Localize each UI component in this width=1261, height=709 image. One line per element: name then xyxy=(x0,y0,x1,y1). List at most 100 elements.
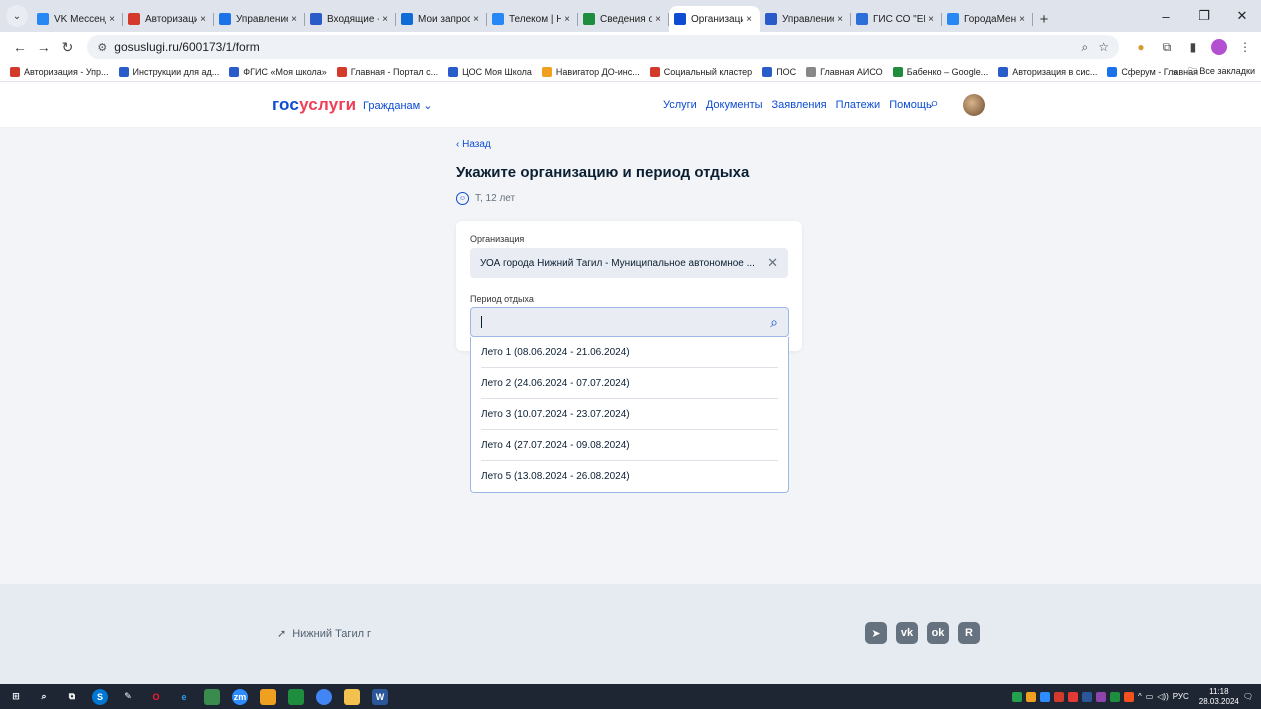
extensions-puzzle-icon[interactable]: ⧉ xyxy=(1159,39,1175,55)
back-link[interactable]: ‹ Назад xyxy=(456,139,491,150)
tray-app-icon[interactable] xyxy=(1095,691,1106,702)
tab-close-icon[interactable]: × xyxy=(379,14,391,25)
vk-icon[interactable]: vk xyxy=(896,622,918,644)
address-bar[interactable]: ⚙ gosuslugi.ru/600173/1/form ⌕ ☆ xyxy=(87,35,1119,59)
tray-k-icon[interactable] xyxy=(1011,691,1022,702)
network-icon[interactable]: ▭ xyxy=(1146,692,1154,701)
profile-avatar[interactable] xyxy=(1210,39,1227,55)
tab-close-icon[interactable]: × xyxy=(470,14,482,25)
forward-arrow-icon[interactable]: → xyxy=(32,35,56,59)
tab-close-icon[interactable]: × xyxy=(925,14,937,25)
clear-icon[interactable]: ✕ xyxy=(767,255,778,271)
all-bookmarks-button[interactable]: 🗀 Все закладки xyxy=(1188,64,1255,80)
browser-tab[interactable]: Мои запросы× xyxy=(396,6,487,32)
menu-item[interactable]: Платежи xyxy=(836,99,881,111)
bookmark-item[interactable]: Инструкции для ад... xyxy=(118,66,219,77)
word-icon[interactable]: W xyxy=(372,688,388,705)
url-text[interactable]: gosuslugi.ru/600173/1/form xyxy=(114,40,1081,54)
volume-icon[interactable]: ◁)) xyxy=(1157,692,1168,701)
tray-app-icon[interactable] xyxy=(1123,691,1134,702)
zoom-app-icon[interactable]: zm xyxy=(232,688,248,705)
menu-item[interactable]: Услуги xyxy=(663,99,697,111)
bookmark-item[interactable]: Социальный кластер xyxy=(649,66,752,77)
period-option[interactable]: Лето 2 (24.06.2024 - 07.07.2024) xyxy=(481,368,778,399)
browser-tab[interactable]: ГородаМеняю× xyxy=(942,6,1033,32)
bookmark-item[interactable]: Навигатор ДО-инс... xyxy=(541,66,640,77)
citizens-dropdown[interactable]: Гражданам ⌄ xyxy=(363,99,433,112)
extension-icon[interactable]: ● xyxy=(1133,39,1149,55)
feather-app-icon[interactable]: ✎ xyxy=(120,689,136,705)
gosuslugi-logo[interactable]: госуслуги xyxy=(272,95,356,115)
bookmarks-more-button[interactable]: » xyxy=(1173,67,1178,77)
tab-close-icon[interactable]: × xyxy=(561,14,573,25)
start-windows-icon[interactable]: ⊞ xyxy=(8,689,24,705)
gallery-icon[interactable] xyxy=(288,688,304,705)
browser-menu-icon[interactable]: ⋮ xyxy=(1237,39,1253,55)
browser-tab[interactable]: Входящие - П× xyxy=(305,6,396,32)
period-search-input[interactable]: ⌕ xyxy=(470,307,789,337)
notifications-icon[interactable]: 🗨 xyxy=(1243,692,1253,701)
period-option[interactable]: Лето 5 (13.08.2024 - 26.08.2024) xyxy=(481,461,778,492)
edge-icon[interactable]: e xyxy=(176,689,192,705)
bookmark-item[interactable]: Бабенко – Google... xyxy=(892,66,988,77)
tray-app-icon[interactable] xyxy=(1081,691,1092,702)
tray-chevron-icon[interactable]: ^ xyxy=(1138,692,1142,701)
bookmark-item[interactable]: ФГИС «Моя школа» xyxy=(229,66,327,77)
task-view-icon[interactable]: ⧉ xyxy=(64,689,80,705)
reload-icon[interactable]: ↻ xyxy=(56,35,80,59)
tab-close-icon[interactable]: × xyxy=(288,14,300,25)
close-window-button[interactable]: ✕ xyxy=(1223,0,1261,32)
search-icon[interactable]: ⌕ xyxy=(930,95,939,113)
organization-field[interactable]: УОА города Нижний Тагил - Муниципальное … xyxy=(470,248,788,278)
bookmark-item[interactable]: Авторизация в сис... xyxy=(998,66,1097,77)
browser-tab[interactable]: Авторизация× xyxy=(123,6,214,32)
taskbar-search-icon[interactable]: ⌕ xyxy=(36,689,52,705)
chrome-icon[interactable] xyxy=(316,688,332,705)
restore-button[interactable]: ❐ xyxy=(1185,0,1223,32)
new-tab-button[interactable]: + xyxy=(1033,6,1055,32)
period-option[interactable]: Лето 4 (27.07.2024 - 09.08.2024) xyxy=(481,430,778,461)
bookmark-item[interactable]: ПОС xyxy=(762,66,796,77)
tab-close-icon[interactable]: × xyxy=(106,14,118,25)
menu-item[interactable]: Помощь xyxy=(889,99,932,111)
location[interactable]: ➚ Нижний Тагил г xyxy=(277,627,371,641)
back-arrow-icon[interactable]: ← xyxy=(8,35,32,59)
menu-item[interactable]: Заявления xyxy=(772,99,827,111)
tab-close-icon[interactable]: × xyxy=(197,14,209,25)
browser-tab[interactable]: Сведения о п× xyxy=(578,6,669,32)
tab-search-chevron-icon[interactable]: ⌄ xyxy=(6,5,28,27)
bookmark-item[interactable]: Авторизация - Упр... xyxy=(10,66,109,77)
tab-close-icon[interactable]: × xyxy=(834,14,846,25)
rutube-icon[interactable]: R xyxy=(958,622,980,644)
photos-icon[interactable] xyxy=(204,688,220,705)
search-icon[interactable]: ⌕ xyxy=(770,314,778,331)
browser-tab[interactable]: Управление о× xyxy=(760,6,851,32)
ok-icon[interactable]: ok xyxy=(927,622,949,644)
browser-tab[interactable]: VK Мессенджер× xyxy=(32,6,123,32)
period-option[interactable]: Лето 1 (08.06.2024 - 21.06.2024) xyxy=(481,337,778,368)
clock[interactable]: 11:18 28.03.2024 xyxy=(1199,687,1239,707)
bookmark-star-icon[interactable]: ☆ xyxy=(1098,40,1109,55)
tab-close-icon[interactable]: × xyxy=(1016,14,1028,25)
period-input-field[interactable] xyxy=(486,316,771,328)
outlook-icon[interactable] xyxy=(260,688,276,705)
site-settings-icon[interactable]: ⚙ xyxy=(97,41,107,54)
minimize-button[interactable]: – xyxy=(1147,0,1185,32)
side-panel-icon[interactable]: ▮ xyxy=(1185,39,1201,55)
tab-close-icon[interactable]: × xyxy=(743,14,755,25)
user-avatar[interactable] xyxy=(963,94,985,116)
bookmark-item[interactable]: Главная - Портал с... xyxy=(336,66,438,77)
tray-app-icon[interactable] xyxy=(1067,691,1078,702)
skype-icon[interactable]: S xyxy=(92,688,108,705)
opera-icon[interactable]: O xyxy=(148,689,164,705)
tray-app-icon[interactable] xyxy=(1053,691,1064,702)
browser-tab[interactable]: Организация× xyxy=(669,6,760,32)
menu-item[interactable]: Документы xyxy=(706,99,763,111)
browser-tab[interactable]: Управление С× xyxy=(214,6,305,32)
tray-app-icon[interactable] xyxy=(1109,691,1120,702)
tray-app-icon[interactable] xyxy=(1025,691,1036,702)
file-explorer-icon[interactable] xyxy=(344,688,360,705)
language-indicator[interactable]: РУС xyxy=(1173,692,1189,701)
browser-tab[interactable]: ГИС СО "ЕЦП"× xyxy=(851,6,942,32)
bookmark-item[interactable]: ЦОС Моя Школа xyxy=(448,66,532,77)
